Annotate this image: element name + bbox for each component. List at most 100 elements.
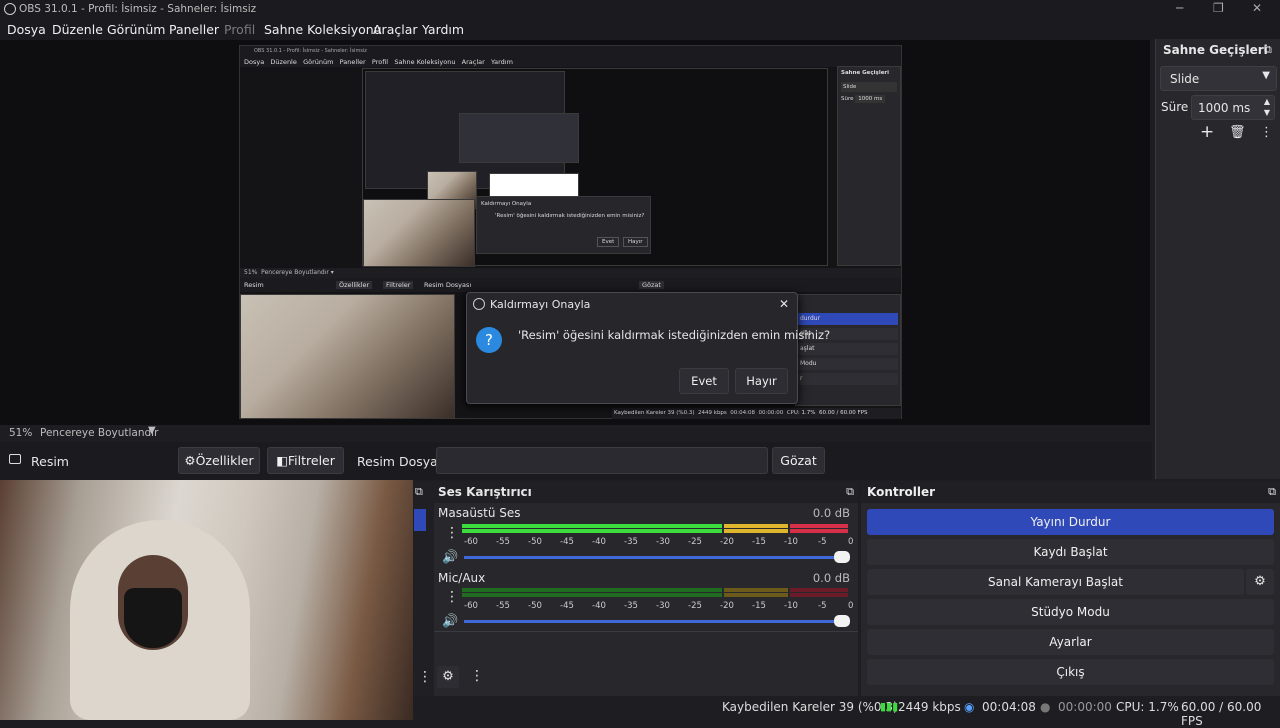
menu-view[interactable]: Görünüm <box>107 22 165 37</box>
more-icon[interactable]: ⋮ <box>470 668 484 684</box>
close-icon[interactable]: ✕ <box>1252 1 1262 15</box>
status-bar: Kaybedilen Kareler 39 (%0.3) ▮▮▮ 2449 kb… <box>414 696 1280 728</box>
no-button[interactable]: Hayır <box>735 368 788 394</box>
volume-slider-handle[interactable] <box>834 615 850 627</box>
image-icon <box>9 454 21 464</box>
more-icon[interactable]: ⋮ <box>418 669 432 685</box>
confirm-remove-dialog: Kaldırmayı Onayla ✕ ? 'Resim' öğesini ka… <box>466 292 830 404</box>
signal-icon: ▮▮▮ <box>880 700 899 713</box>
menu-edit[interactable]: Düzenle <box>52 22 103 37</box>
menu-profile[interactable]: Profil <box>224 22 255 37</box>
meter-red <box>790 529 848 533</box>
record-icon: ● <box>1040 700 1051 714</box>
dock-float-icon[interactable]: ⧉ <box>1264 43 1272 57</box>
exit-button[interactable]: Çıkış <box>867 659 1274 685</box>
nested-cam <box>363 199 475 267</box>
volume-slider[interactable] <box>464 620 848 623</box>
menu-scene-collection[interactable]: Sahne Koleksiyonu <box>264 22 382 37</box>
chevron-down-icon: ▼ <box>1262 70 1270 81</box>
start-virtual-camera-button[interactable]: Sanal Kamerayı Başlat <box>867 569 1244 595</box>
channel-db: 0.0 dB <box>812 506 850 520</box>
virtual-camera-gear-icon[interactable]: ⚙ <box>1246 569 1274 595</box>
meter-yellow <box>724 593 788 597</box>
menu-help[interactable]: Yardım <box>422 22 464 37</box>
record-time: 00:00:00 <box>1058 700 1112 714</box>
file-label: Resim Dosyası <box>357 454 448 469</box>
meter-green <box>462 593 722 597</box>
zoom-fit-select[interactable]: Pencereye Boyutlandır <box>40 427 158 439</box>
dialog-close-icon[interactable]: ✕ <box>779 297 789 311</box>
channel-name: Mic/Aux <box>438 571 486 585</box>
trash-icon[interactable]: 🗑 <box>1229 125 1246 140</box>
menu-docks[interactable]: Paneller <box>169 22 219 37</box>
advanced-audio-gear-icon[interactable]: ⚙ <box>437 666 459 688</box>
zoom-percent: 51% <box>9 427 33 439</box>
start-recording-button[interactable]: Kaydı Başlat <box>867 539 1274 565</box>
nested-controls: durdur şlat aşlat Modu r <box>795 294 901 406</box>
file-path-input[interactable] <box>436 447 768 474</box>
title-bar: OBS 31.0.1 - Profil: İsimsiz - Sahneler:… <box>0 0 1280 19</box>
scene-transitions-dock: Sahne Geçişleri ⧉ Slide ▼ Süre 1000 ms ▲… <box>1155 39 1280 479</box>
source-name: Resim <box>31 454 69 469</box>
obs-logo-icon <box>4 3 16 15</box>
meter-red <box>790 524 848 528</box>
dock-float-icon[interactable]: ⧉ <box>1268 485 1276 499</box>
studio-mode-button[interactable]: Stüdyo Modu <box>867 599 1274 625</box>
properties-button[interactable]: ⚙Özellikler <box>178 447 260 474</box>
controls-dock: Kontroller ⧉ Yayını Durdur Kaydı Başlat … <box>861 481 1280 696</box>
filters-button[interactable]: ◧Filtreler <box>267 447 344 474</box>
nested-dialog: Kaldırmayı Onayla 'Resim' öğesini kaldır… <box>476 196 651 254</box>
duration-input[interactable]: 1000 ms ▲ ▼ <box>1191 95 1275 120</box>
meter-red <box>790 588 848 592</box>
speaker-icon[interactable]: 🔊 <box>442 550 458 565</box>
dock-float-icon[interactable]: ⧉ <box>846 485 854 499</box>
spin-arrows-icon[interactable]: ▲ ▼ <box>1264 96 1270 118</box>
channel-name: Masaüstü Ses <box>438 506 521 520</box>
browse-button[interactable]: Gözat <box>772 447 825 474</box>
menu-file[interactable]: Dosya <box>7 22 46 37</box>
dock-float-icon[interactable]: ⧉ <box>415 485 423 499</box>
scene-selected[interactable] <box>414 509 426 531</box>
volume-slider-handle[interactable] <box>834 551 850 563</box>
stop-streaming-button[interactable]: Yayını Durdur <box>867 509 1274 535</box>
transition-type-select[interactable]: Slide ▼ <box>1160 66 1277 91</box>
bitrate: 2449 kbps <box>898 700 961 714</box>
meter-yellow <box>724 529 788 533</box>
more-icon[interactable]: ⋮ <box>445 525 459 541</box>
mixer-title: Ses Karıştırıcı ⧉ <box>434 481 858 503</box>
source-toolbar: Resim ⚙Özellikler ◧Filtreler Resim Dosya… <box>0 442 1152 480</box>
settings-button[interactable]: Ayarlar <box>867 629 1274 655</box>
stream-icon: ◉ <box>964 700 975 714</box>
cpu-usage: CPU: 1.7% <box>1116 700 1179 714</box>
volume-meter <box>462 523 852 535</box>
audio-mixer-dock: ⧉ ⋮ Ses Karıştırıcı ⧉ Masaüstü Ses 0.0 d… <box>414 481 858 696</box>
obs-logo-icon <box>473 298 485 310</box>
dialog-message: 'Resim' öğesini kaldırmak istediğinizden… <box>518 328 831 342</box>
meter-ticks: -60 -55 -50 -45 -40 -35 -30 -25 -20 -15 -10 -5 0 <box>464 537 854 547</box>
scenes-strip: ⧉ ⋮ <box>414 481 434 696</box>
nested-status: Kaybedilen Kareler 39 (%0.3) 2449 kbps 0… <box>612 408 901 419</box>
meter-red <box>790 593 848 597</box>
meter-yellow <box>724 524 788 528</box>
nested-zoom: 51% Pencereye Boyutlandır ▾ <box>240 268 901 278</box>
volume-slider[interactable] <box>464 556 848 559</box>
nested-srcbar: Resim Özellikler Filtreler Resim Dosyası… <box>240 278 901 292</box>
nested-transitions: Sahne Geçişleri Slide Süre 1000 ms <box>837 66 901 266</box>
transitions-title: Sahne Geçişleri <box>1163 43 1268 57</box>
maximize-icon[interactable]: ❐ <box>1213 1 1224 15</box>
stream-time: 00:04:08 <box>982 700 1036 714</box>
minimize-icon[interactable]: ─ <box>1176 1 1183 15</box>
speaker-icon[interactable]: 🔊 <box>442 614 458 629</box>
chevron-down-icon[interactable]: ▼ <box>148 425 156 436</box>
webcam-image <box>0 480 413 720</box>
divider <box>434 631 858 632</box>
yes-button[interactable]: Evet <box>679 368 729 394</box>
add-icon[interactable]: + <box>1200 122 1214 142</box>
nested-menu: Dosya Düzenle Görünüm Paneller Profil Sa… <box>240 56 901 67</box>
nested-title: OBS 31.0.1 - Profil: İsimsiz - Sahneler:… <box>240 46 901 56</box>
menu-tools[interactable]: Araçlar <box>373 22 418 37</box>
window-title: OBS 31.0.1 - Profil: İsimsiz - Sahneler:… <box>19 3 257 15</box>
more-icon[interactable]: ⋮ <box>445 589 459 605</box>
meter-green <box>462 529 722 533</box>
more-icon[interactable]: ⋮ <box>1260 125 1273 140</box>
